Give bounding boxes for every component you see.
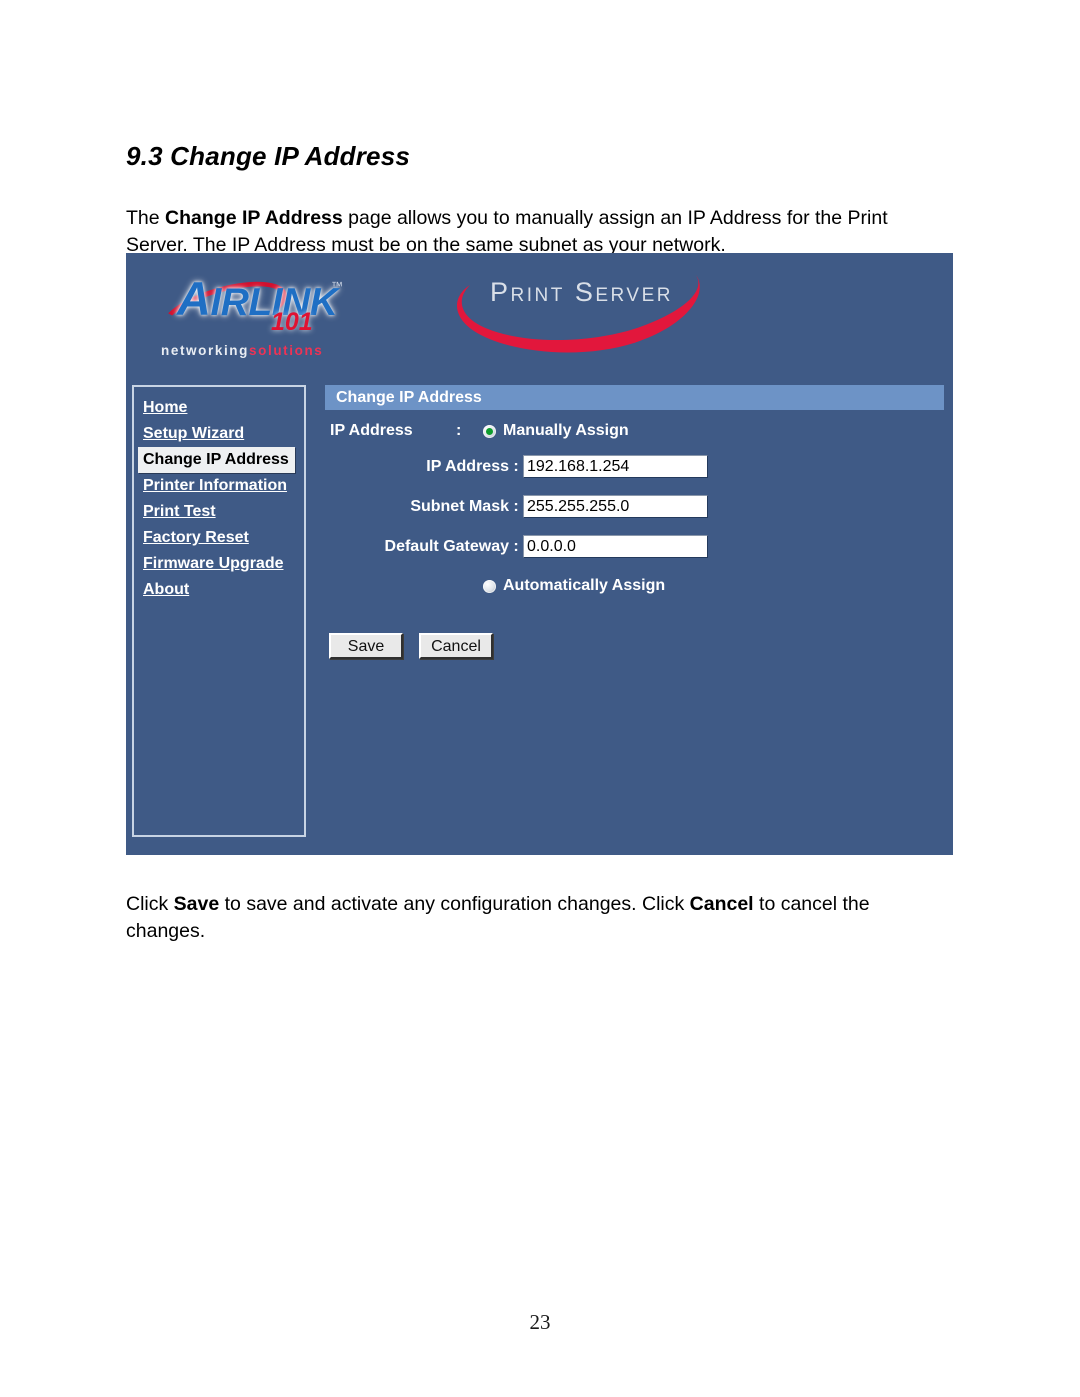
ip-address-section-colon: : — [456, 422, 462, 439]
airlink-tagline: networkingsolutions — [161, 343, 323, 358]
trademark-icon: ™ — [331, 279, 343, 293]
closing-text-1: Click — [126, 892, 174, 915]
field-ip-address-label: IP Address — [426, 457, 509, 475]
sidebar-item-factory-reset[interactable]: Factory Reset — [143, 525, 304, 551]
sidebar-item-firmware-upgrade[interactable]: Firmware Upgrade — [143, 551, 304, 577]
tagline-networking: networking — [161, 343, 250, 358]
radio-manually-assign-icon[interactable] — [483, 424, 496, 438]
field-ip-address: IP Address : 192.168.1.254 — [367, 455, 708, 478]
field-ip-address-colon: : — [513, 457, 519, 475]
sidebar-item-print-test[interactable]: Print Test — [143, 499, 304, 525]
sidebar-item-home[interactable]: Home — [143, 395, 304, 421]
cancel-button[interactable]: Cancel — [419, 633, 493, 659]
print-server-logo: Print Server — [448, 261, 728, 369]
save-button[interactable]: Save — [329, 633, 403, 659]
airlink-wordmark-cap: A — [177, 272, 211, 325]
intro-text-before: The — [126, 206, 166, 229]
field-default-gateway: Default Gateway : 0.0.0.0 — [367, 535, 708, 558]
default-gateway-input[interactable]: 0.0.0.0 — [523, 535, 708, 558]
ip-address-mode-row: IP Address : — [325, 422, 945, 448]
field-default-gateway-label: Default Gateway — [384, 537, 509, 555]
subnet-mask-input[interactable]: 255.255.255.0 — [523, 495, 708, 518]
radio-automatically-assign[interactable]: Automatically Assign — [483, 577, 665, 595]
radio-automatically-assign-icon[interactable] — [483, 579, 496, 593]
print-server-web-ui-screenshot: AIRLINK ™ 101 networkingsolutions Print … — [126, 253, 953, 855]
closing-text-bold-save: Save — [173, 892, 220, 915]
content-panel: Change IP Address IP Address : Manually … — [325, 385, 945, 659]
sidebar-item-about[interactable]: About — [143, 577, 304, 603]
sidebar-navigation: Home Setup Wizard Change IP Address Prin… — [132, 385, 306, 837]
ui-header: AIRLINK ™ 101 networkingsolutions Print … — [126, 253, 953, 383]
radio-automatically-assign-label: Automatically Assign — [503, 577, 666, 594]
airlink-101-logo: AIRLINK ™ 101 networkingsolutions — [154, 265, 374, 370]
field-subnet-mask-colon: : — [513, 497, 519, 515]
intro-paragraph: The Change IP Address page allows you to… — [126, 205, 926, 259]
radio-manually-assign-label: Manually Assign — [503, 422, 629, 439]
closing-paragraph: Click Save to save and activate any conf… — [126, 891, 951, 945]
closing-text-2: to save and activate any configuration c… — [219, 892, 690, 915]
closing-text-bold-cancel: Cancel — [689, 892, 754, 915]
airlink-wordmark: AIRLINK — [177, 271, 338, 326]
field-default-gateway-colon: : — [513, 537, 519, 555]
ip-address-input[interactable]: 192.168.1.254 — [523, 455, 708, 478]
content-title-bar: Change IP Address — [325, 385, 944, 410]
print-server-title: Print Server — [490, 277, 673, 307]
sidebar-item-change-ip-address[interactable]: Change IP Address — [138, 447, 295, 473]
sidebar-item-printer-information[interactable]: Printer Information — [143, 473, 304, 499]
radio-manually-assign[interactable]: Manually Assign — [483, 422, 629, 440]
airlink-101-badge: 101 — [271, 308, 313, 336]
form-button-row: Save Cancel — [329, 633, 493, 659]
intro-text-bold: Change IP Address — [165, 206, 343, 229]
page-title: 9.3 Change IP Address — [126, 141, 411, 172]
field-subnet-mask: Subnet Mask : 255.255.255.0 — [367, 495, 708, 518]
tagline-solutions: solutions — [249, 343, 324, 358]
field-subnet-mask-label: Subnet Mask — [410, 497, 509, 515]
page-number: 23 — [529, 1310, 551, 1334]
sidebar-item-setup-wizard[interactable]: Setup Wizard — [143, 421, 304, 447]
ip-address-section-label: IP Address — [330, 422, 413, 439]
